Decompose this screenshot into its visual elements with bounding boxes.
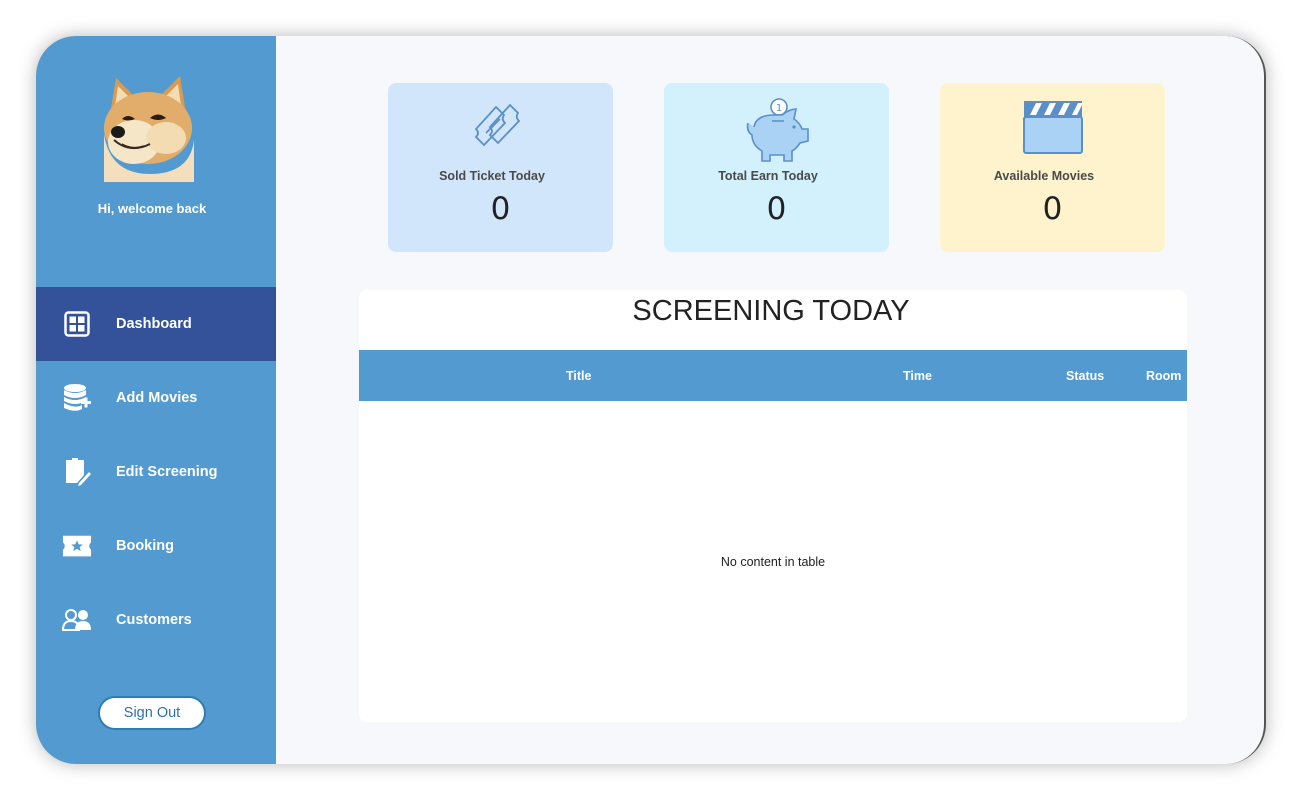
available-movies-card: Available Movies 0 xyxy=(940,83,1165,252)
sidebar-nav: Dashboard Add Movies Edit Screening Book… xyxy=(36,287,276,657)
svg-text:1: 1 xyxy=(775,103,781,114)
sidebar-item-booking[interactable]: Booking xyxy=(36,509,276,583)
sidebar-item-label: Dashboard xyxy=(116,316,192,332)
panel-title: SCREENING TODAY xyxy=(632,295,910,327)
screening-panel: SCREENING TODAY Title Time Status Room N… xyxy=(359,290,1187,722)
sidebar-item-label: Add Movies xyxy=(116,390,198,406)
card-value: 0 xyxy=(490,191,511,227)
card-label: Available Movies xyxy=(993,169,1095,183)
sidebar-item-label: Edit Screening xyxy=(116,464,218,480)
sidebar-item-add-movies[interactable]: Add Movies xyxy=(36,361,276,435)
empty-table-message: No content in table xyxy=(720,555,826,569)
column-header-status[interactable]: Status xyxy=(1066,369,1104,383)
avatar xyxy=(100,74,200,182)
users-icon xyxy=(62,605,92,635)
column-header-time[interactable]: Time xyxy=(903,369,932,383)
column-header-title[interactable]: Title xyxy=(566,369,591,383)
sidebar-item-dashboard[interactable]: Dashboard xyxy=(36,287,276,361)
app-window: Hi, welcome back Dashboard Add Movies Ed… xyxy=(36,36,1266,764)
column-header-room[interactable]: Room xyxy=(1146,369,1181,383)
sign-out-button[interactable]: Sign Out xyxy=(98,696,206,730)
card-value: 0 xyxy=(1042,191,1063,227)
card-value: 0 xyxy=(766,191,787,227)
sold-ticket-card: Sold Ticket Today 0 xyxy=(388,83,613,252)
ticket-star-icon xyxy=(62,531,92,561)
sidebar-item-label: Customers xyxy=(116,612,192,628)
clapperboard-icon xyxy=(940,97,1165,163)
card-label: Sold Ticket Today xyxy=(439,169,545,183)
welcome-text: Hi, welcome back xyxy=(97,201,207,216)
card-label: Total Earn Today xyxy=(718,169,818,183)
sidebar-item-label: Booking xyxy=(116,538,174,554)
tickets-icon xyxy=(388,97,613,163)
table-header: Title Time Status Room xyxy=(359,350,1187,401)
edit-document-icon xyxy=(62,457,92,487)
piggy-bank-icon: 1 xyxy=(664,97,889,163)
sidebar-item-edit-screening[interactable]: Edit Screening xyxy=(36,435,276,509)
total-earn-card: 1 Total Earn Today 0 xyxy=(664,83,889,252)
sidebar-item-customers[interactable]: Customers xyxy=(36,583,276,657)
sidebar: Hi, welcome back Dashboard Add Movies Ed… xyxy=(36,36,276,764)
dashboard-icon xyxy=(62,309,92,339)
database-add-icon xyxy=(62,383,92,413)
